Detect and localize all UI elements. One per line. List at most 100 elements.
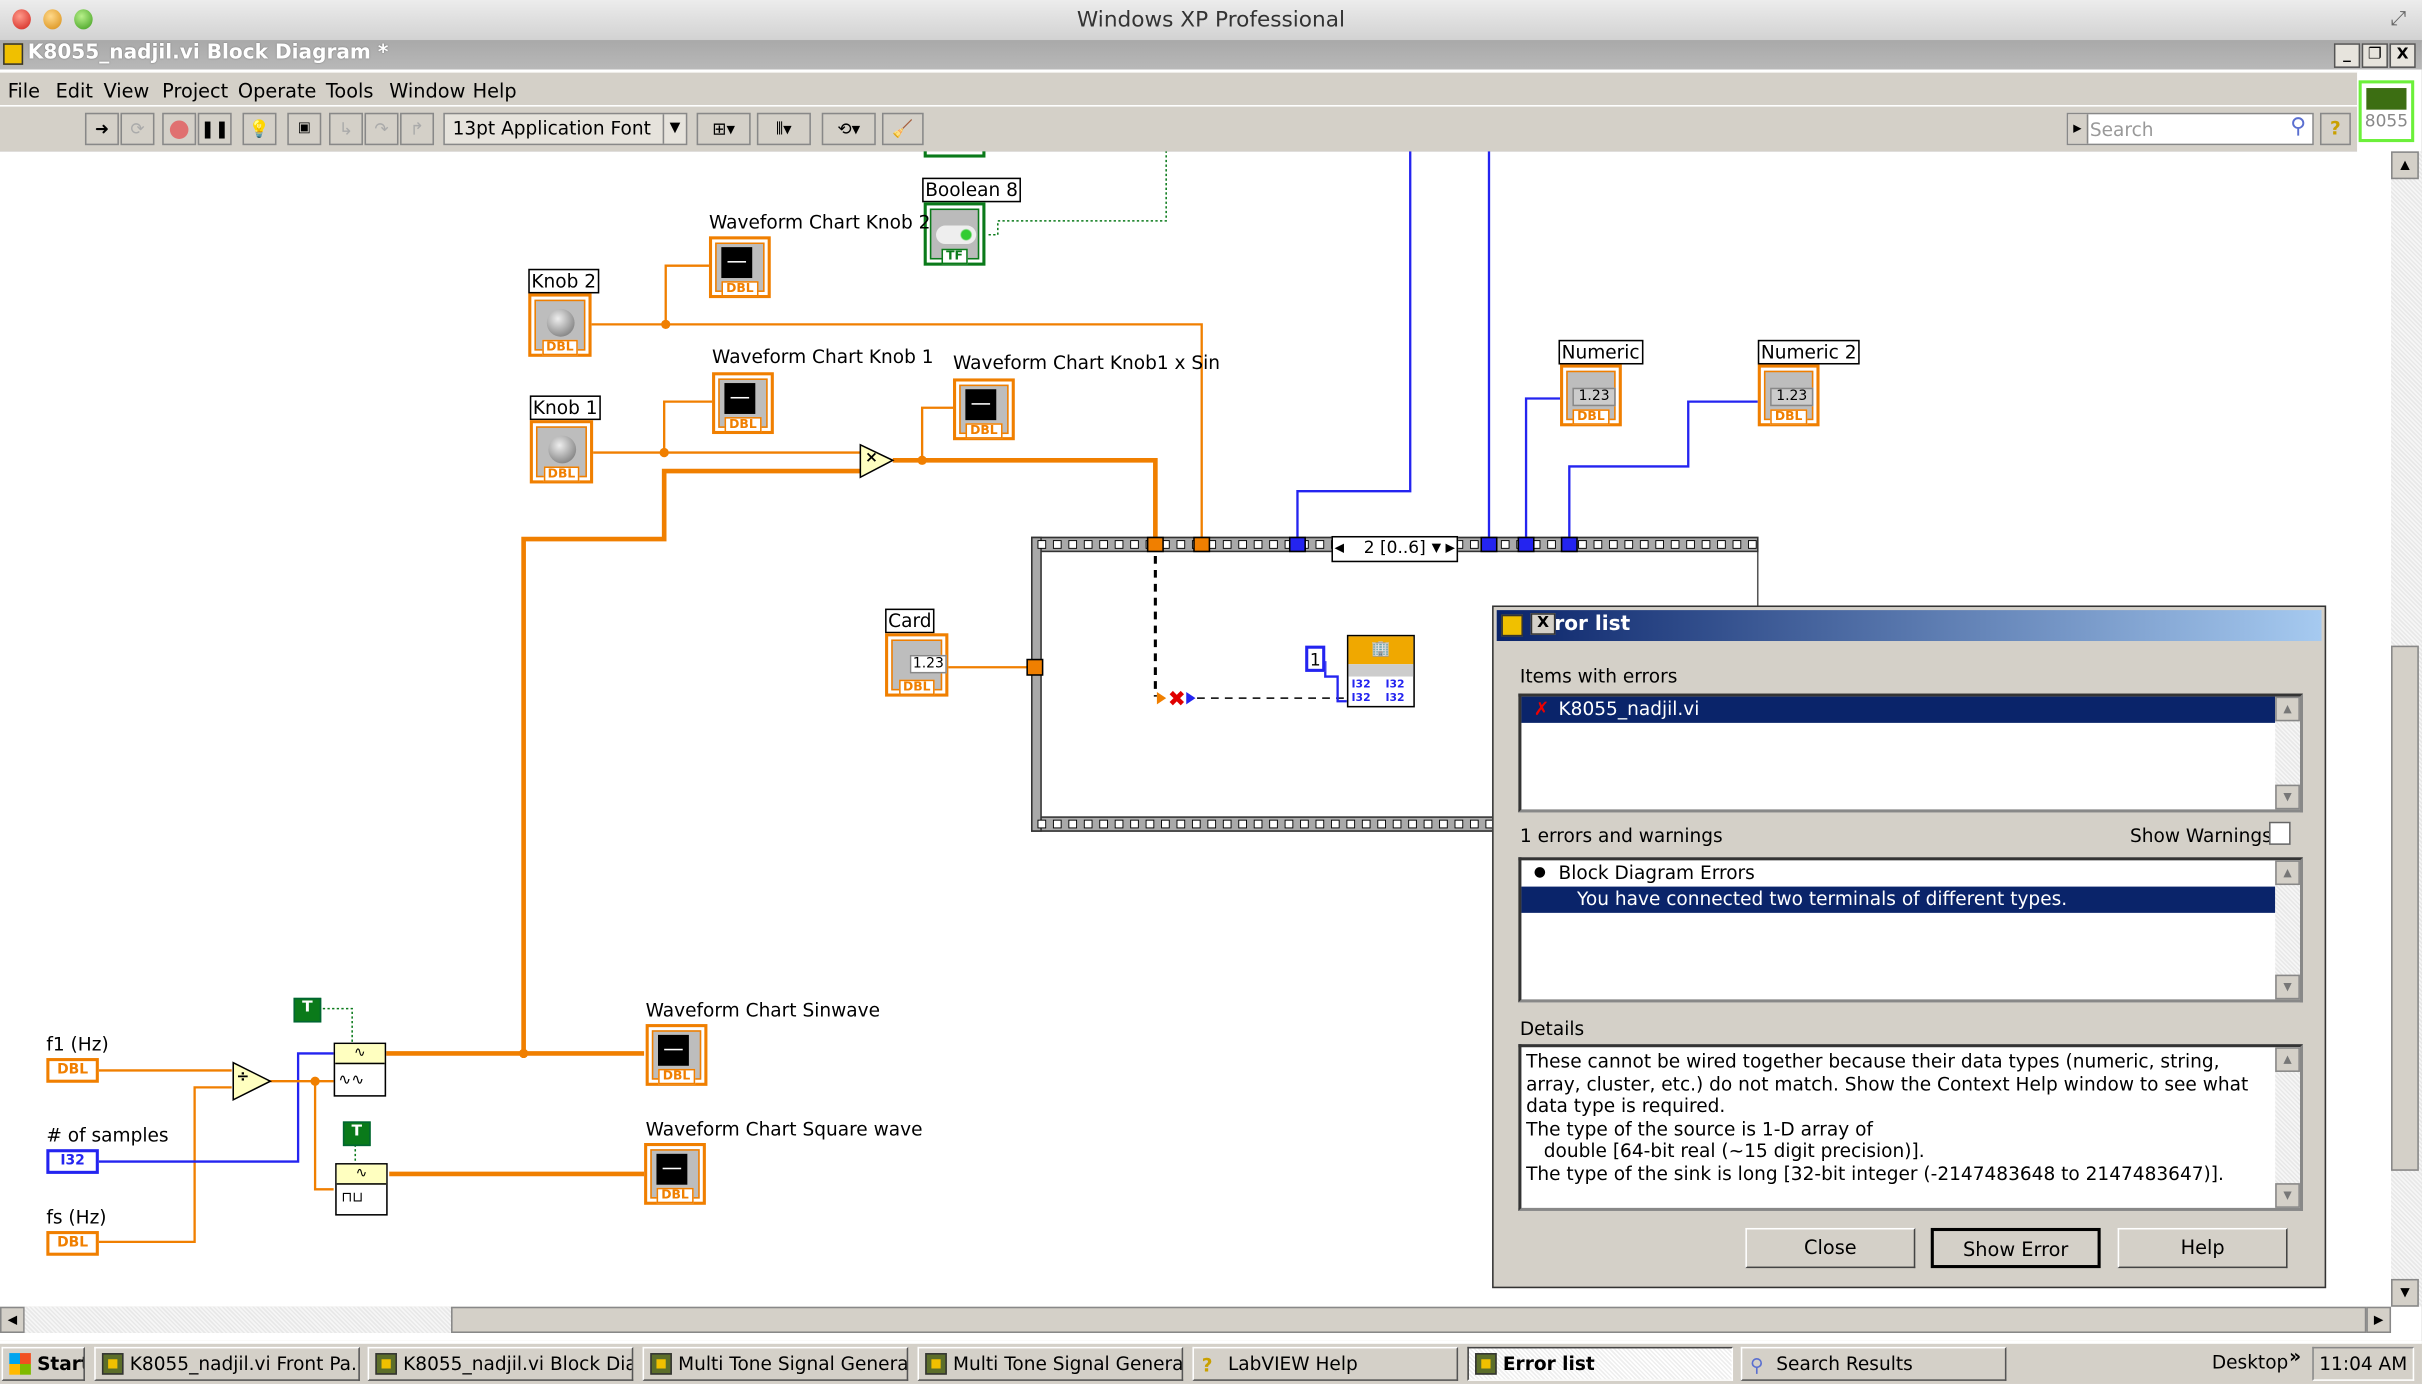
horizontal-scrollbar[interactable]: ◀ ▶ <box>0 1306 2392 1333</box>
list-item[interactable]: ✗ K8055_nadjil.vi <box>1521 696 2276 723</box>
dialog-title-bar[interactable]: Error list _ □ X <box>1496 610 2322 642</box>
menu-view[interactable]: View <box>103 79 149 102</box>
tree-item[interactable]: You have connected two terminals of diff… <box>1521 886 2276 913</box>
start-button[interactable]: Start <box>1 1346 85 1381</box>
scroll-left-icon[interactable]: ◀ <box>0 1306 25 1333</box>
labview-vi-icon <box>3 43 24 65</box>
task-item[interactable]: Multi Tone Signal Genera... <box>917 1346 1184 1381</box>
numeric-constant[interactable]: 1 <box>1305 645 1326 672</box>
show-warnings-checkbox[interactable] <box>2269 821 2291 845</box>
desktop-toolbar[interactable]: Desktop <box>2212 1352 2288 1374</box>
run-continuously-icon[interactable]: ⟳ <box>120 112 155 146</box>
task-item[interactable]: K8055_nadjil.vi Front Pa... <box>94 1346 360 1381</box>
scroll-down-icon[interactable]: ▼ <box>2391 1278 2419 1307</box>
numeric-terminal[interactable]: 1.23 DBL <box>1560 364 1622 427</box>
menu-operate[interactable]: Operate <box>238 79 317 102</box>
run-arrow-icon[interactable]: ➜ <box>84 112 119 146</box>
window-title: K8055_nadjil.vi Block Diagram * <box>27 41 389 65</box>
scroll-right-icon[interactable]: ▶ <box>2366 1306 2392 1333</box>
wf-square-terminal[interactable]: DBL <box>644 1143 706 1205</box>
task-item[interactable]: ⚲ Search Results <box>1740 1346 2007 1381</box>
close-button[interactable]: X <box>2389 43 2416 68</box>
true-constant[interactable]: T <box>342 1121 371 1147</box>
menu-tools[interactable]: Tools <box>326 79 374 102</box>
tree-group[interactable]: ● Block Diagram Errors <box>1521 860 2275 886</box>
chevron-down-icon[interactable]: ▼ <box>1432 538 1442 558</box>
menu-file[interactable]: File <box>8 79 40 102</box>
magnifier-icon[interactable]: ⚲ <box>2290 114 2306 139</box>
boolean8-terminal[interactable]: TF <box>923 202 986 266</box>
wf-knob2-terminal[interactable]: DBL <box>708 236 771 299</box>
numeric-display: 1.23 <box>1572 387 1616 407</box>
knob2-terminal[interactable]: DBL <box>528 293 592 357</box>
wf-knob1-sin-terminal[interactable]: DBL <box>953 378 1015 441</box>
tree-scrollbar[interactable]: ▲ ▼ <box>2275 860 2300 1000</box>
f1-label: f1 (Hz) <box>46 1033 109 1055</box>
task-item[interactable]: Multi Tone Signal Genera... <box>642 1346 909 1381</box>
menu-help[interactable]: Help <box>473 79 517 102</box>
items-scrollbar[interactable]: ▲ ▼ <box>2275 696 2300 810</box>
help-button[interactable]: Help <box>2117 1227 2288 1269</box>
sine-waveform-vi[interactable]: ∿ ∿∿ <box>333 1042 387 1097</box>
f1-terminal[interactable]: DBL <box>46 1058 99 1083</box>
film-hole <box>1593 540 1603 549</box>
menu-bar: File Edit View Project Operate Tools Win… <box>0 71 2358 107</box>
samples-terminal[interactable]: I32 <box>46 1149 99 1174</box>
chevron-icon[interactable]: » <box>2289 1345 2301 1367</box>
labview-vi-icon <box>1501 614 1523 637</box>
details-scrollbar[interactable]: ▲ ▼ <box>2275 1047 2300 1208</box>
close-button[interactable]: X <box>1530 613 1556 635</box>
vi-connector-icon[interactable]: 8055 <box>2358 80 2415 143</box>
step-out-icon[interactable]: ↱ <box>400 112 435 146</box>
step-into-icon[interactable]: ↳ <box>328 112 363 146</box>
highlight-execution-icon[interactable]: 💡 <box>242 112 277 146</box>
errors-tree[interactable]: ● Block Diagram Errors You have connecte… <box>1518 857 2303 1003</box>
fullscreen-icon[interactable]: ⤢ <box>2390 8 2406 31</box>
scroll-up-icon: ▲ <box>2275 1047 2300 1072</box>
knob1-terminal[interactable]: DBL <box>529 420 594 484</box>
sequence-frame-selector[interactable]: ◀ 2 [0..6] ▼ ▶ <box>1331 535 1459 563</box>
wf-sin-terminal[interactable]: DBL <box>645 1024 708 1086</box>
true-constant[interactable]: T <box>293 997 322 1023</box>
show-error-button[interactable]: Show Error <box>1930 1227 2101 1269</box>
fs-terminal[interactable]: DBL <box>46 1231 99 1256</box>
menu-window[interactable]: Window <box>389 79 465 102</box>
wf-knob1-terminal[interactable]: DBL <box>712 372 774 435</box>
context-help-button[interactable]: ? <box>2319 112 2351 146</box>
close-dialog-button[interactable]: Close <box>1745 1227 1916 1269</box>
details-box[interactable]: These cannot be wired together because t… <box>1518 1044 2303 1211</box>
prev-frame-icon[interactable]: ◀ <box>1335 538 1345 558</box>
next-frame-icon[interactable]: ▶ <box>1446 538 1456 558</box>
align-objects-icon[interactable]: ⊞▾ <box>696 112 751 146</box>
distribute-objects-icon[interactable]: ⫴▾ <box>756 112 811 146</box>
boolean-terminal-clipped[interactable] <box>923 151 986 158</box>
card-terminal[interactable]: 1.23 DBL <box>885 633 949 697</box>
minimize-button[interactable]: _ <box>2333 43 2361 68</box>
clean-up-diagram-icon[interactable]: 🧹 <box>881 112 924 146</box>
items-list[interactable]: ✗ K8055_nadjil.vi ▲ ▼ <box>1518 693 2303 813</box>
search-input[interactable]: ▶ Search ⚲ <box>2066 112 2314 146</box>
menu-edit[interactable]: Edit <box>56 79 93 102</box>
film-hole <box>1670 540 1680 549</box>
search-options-icon[interactable]: ▶ <box>2068 114 2089 144</box>
vertical-scroll-thumb[interactable] <box>2391 645 2419 1171</box>
step-over-icon[interactable]: ↷ <box>364 112 399 146</box>
restore-button[interactable]: ❐ <box>2361 43 2388 68</box>
vertical-scrollbar[interactable]: ▲ ▼ <box>2391 151 2422 1307</box>
square-waveform-vi[interactable]: ∿ ⊓⊔ <box>335 1163 388 1216</box>
task-item-active[interactable]: Error list <box>1467 1346 1734 1381</box>
horizontal-scroll-thumb[interactable] <box>451 1306 2367 1333</box>
k8055-subvi-node[interactable]: 🏢 I32 I32 I32 I32 <box>1346 634 1415 708</box>
help-icon: ? <box>1201 1354 1213 1377</box>
scroll-up-icon[interactable]: ▲ <box>2391 151 2419 180</box>
task-item[interactable]: ? LabVIEW Help <box>1192 1346 1459 1381</box>
start-label: Start <box>37 1353 85 1375</box>
pause-icon[interactable]: ❚❚ <box>197 112 232 146</box>
numeric2-terminal[interactable]: 1.23 DBL <box>1757 364 1820 427</box>
reorder-icon[interactable]: ⟲▾ <box>821 112 876 146</box>
task-item[interactable]: K8055_nadjil.vi Block Dia... <box>367 1346 634 1381</box>
font-select[interactable]: 13pt Application Font ▼ <box>443 112 688 146</box>
menu-project[interactable]: Project <box>162 79 228 102</box>
retain-wire-values-icon[interactable]: ▣ <box>287 112 322 146</box>
abort-icon[interactable] <box>162 112 197 146</box>
